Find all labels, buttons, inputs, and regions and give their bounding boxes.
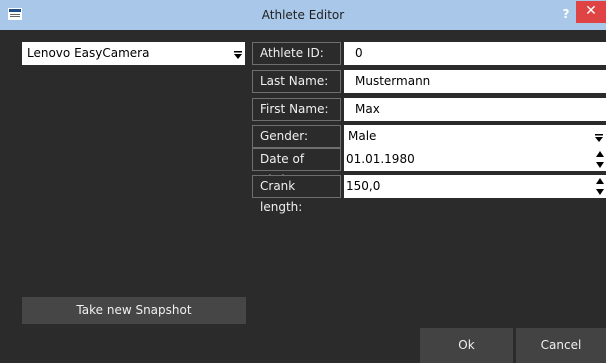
- help-button[interactable]: ?: [559, 6, 573, 22]
- window-title: Athlete Editor: [261, 8, 345, 22]
- last-name-field[interactable]: Mustermann: [344, 70, 606, 93]
- spin-buttons-icon[interactable]: [594, 148, 606, 171]
- gender-label: Gender:: [252, 125, 341, 148]
- chevron-down-icon[interactable]: [594, 134, 604, 142]
- gender-select[interactable]: Male: [344, 125, 606, 148]
- spin-buttons-icon[interactable]: [594, 175, 606, 198]
- chevron-down-icon[interactable]: [233, 51, 243, 59]
- date-of-birth-value: 01.01.1980: [346, 152, 415, 166]
- crank-length-field[interactable]: 150,0: [344, 175, 606, 198]
- crank-length-label: Crank length:: [252, 175, 341, 214]
- athlete-id-field[interactable]: 0: [344, 42, 606, 65]
- first-name-value: Max: [355, 102, 380, 116]
- athlete-id-value: 0: [355, 46, 363, 60]
- last-name-value: Mustermann: [355, 74, 431, 88]
- first-name-field[interactable]: Max: [344, 98, 606, 121]
- date-of-birth-label: Date of Birth:: [252, 148, 341, 187]
- close-button[interactable]: ✕: [576, 1, 606, 23]
- cancel-button[interactable]: Cancel: [516, 328, 606, 363]
- crank-length-value: 150,0: [346, 179, 381, 193]
- gender-value: Male: [348, 129, 377, 143]
- last-name-label: Last Name:: [252, 70, 341, 93]
- camera-select-value: Lenovo EasyCamera: [27, 46, 150, 60]
- camera-select[interactable]: Lenovo EasyCamera: [22, 42, 245, 65]
- title-bar: Athlete Editor ? ✕: [0, 0, 606, 30]
- date-of-birth-field[interactable]: 01.01.1980: [344, 148, 606, 171]
- first-name-label: First Name:: [252, 98, 341, 121]
- take-snapshot-button[interactable]: Take new Snapshot: [22, 297, 246, 324]
- ok-button[interactable]: Ok: [420, 328, 513, 363]
- athlete-id-label: Athlete ID:: [252, 42, 341, 65]
